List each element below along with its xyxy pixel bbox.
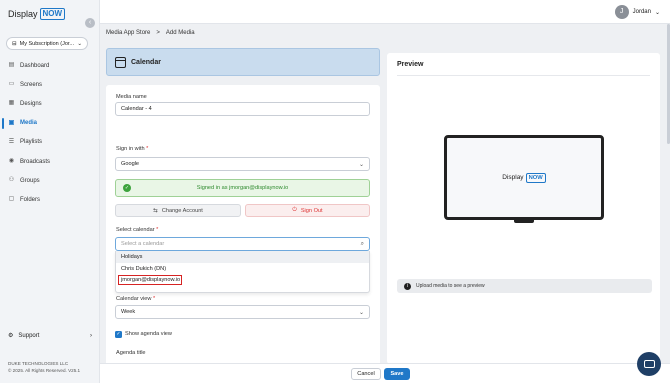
sidebar-item-label: Media bbox=[20, 120, 38, 127]
upload-note: i Upload media to see a preview bbox=[397, 279, 652, 293]
sign-in-value: Google bbox=[121, 161, 140, 167]
calendar-view-select[interactable]: Week ⌄ bbox=[115, 305, 370, 319]
sidebar: Display NOW ‹ ⊟ My Subscription (Jor... … bbox=[0, 0, 100, 383]
company-name: DUKE TECHNOLOGIES LLC bbox=[8, 361, 69, 366]
support-item[interactable]: ⚙ Support › bbox=[8, 332, 92, 340]
monitor-stand bbox=[514, 219, 534, 223]
copyright-text: © 2025. All Rights Reserved. V25.1 bbox=[8, 368, 81, 373]
sidebar-item-label: Designs bbox=[20, 100, 42, 107]
sidebar-item-dashboard[interactable]: ▤ Dashboard bbox=[0, 56, 100, 75]
calendar-option[interactable]: Chris Dukich (DN) bbox=[116, 263, 369, 275]
design-icon: ▦ bbox=[8, 100, 15, 107]
sidebar-item-label: Groups bbox=[20, 177, 40, 184]
sidebar-item-label: Dashboard bbox=[20, 62, 50, 69]
calendar-icon bbox=[115, 56, 126, 68]
chevron-down-icon: ⌄ bbox=[654, 9, 660, 16]
calendar-view-value: Week bbox=[121, 309, 136, 315]
breadcrumb-separator: > bbox=[156, 30, 160, 36]
media-name-input[interactable]: Calendar - 4 bbox=[115, 102, 370, 116]
breadcrumb-media-app-store[interactable]: Media App Store bbox=[106, 30, 150, 36]
sidebar-item-label: Folders bbox=[20, 196, 41, 203]
collapse-sidebar-icon[interactable]: ‹ bbox=[85, 18, 95, 28]
preview-panel: Preview Display NOW i Upload media to se… bbox=[387, 53, 660, 364]
logo-now-badge: NOW bbox=[39, 8, 66, 20]
media-icon: ▣ bbox=[8, 119, 15, 126]
calendar-search-placeholder: Select a calendar bbox=[121, 241, 165, 247]
chevron-right-icon: › bbox=[90, 332, 92, 339]
sidebar-item-groups[interactable]: ⚇ Groups bbox=[0, 171, 100, 190]
subscription-label: My Subscription (Jor... bbox=[19, 40, 75, 47]
chat-icon bbox=[643, 360, 655, 368]
swap-icon: ⇆ bbox=[153, 207, 158, 214]
breadcrumb-current: Add Media bbox=[165, 30, 195, 36]
screen-icon: ▭ bbox=[8, 81, 15, 88]
user-menu[interactable]: J Jordan ⌄ bbox=[614, 5, 660, 19]
show-agenda-label: Show agenda view bbox=[125, 331, 172, 337]
signed-in-banner: ✓ Signed in as jmorgan@displaynow.io bbox=[115, 179, 370, 197]
form-footer: Cancel Save bbox=[100, 363, 670, 383]
broadcast-icon: ◉ bbox=[8, 158, 15, 165]
sign-out-button[interactable]: ⏻ Sign Out bbox=[245, 204, 370, 217]
chevron-down-icon: ⌄ bbox=[358, 161, 364, 168]
chat-button[interactable] bbox=[637, 352, 661, 376]
chevron-down-icon: ⌄ bbox=[358, 309, 364, 316]
avatar: J bbox=[614, 5, 629, 19]
sidebar-item-broadcasts[interactable]: ◉ Broadcasts bbox=[0, 152, 100, 171]
change-account-button[interactable]: ⇆ Change Account bbox=[115, 204, 241, 217]
agenda-title-label: Agenda title bbox=[116, 350, 146, 356]
signed-in-text: Signed in as jmorgan@displaynow.io bbox=[196, 185, 289, 191]
sidebar-item-media[interactable]: ▣ Media bbox=[0, 114, 100, 133]
calendar-option[interactable]: Holidays bbox=[116, 251, 369, 263]
media-name-label: Media name bbox=[116, 94, 147, 100]
dashboard-icon: ▤ bbox=[8, 62, 15, 69]
sidebar-item-designs[interactable]: ▦ Designs bbox=[0, 94, 100, 113]
sign-in-label: Sign in with * bbox=[116, 146, 149, 152]
sign-out-icon: ⏻ bbox=[292, 207, 297, 213]
divider bbox=[397, 75, 650, 76]
select-calendar-label: Select calendar * bbox=[116, 227, 159, 233]
sidebar-item-label: Playlists bbox=[20, 139, 43, 146]
logo-display-text: Display bbox=[8, 9, 38, 19]
calendar-settings-card: Sign in with * Google ⌄ ✓ Signed in as j… bbox=[106, 135, 380, 364]
calendar-header: Calendar bbox=[106, 48, 380, 76]
calendar-option-highlighted[interactable]: jmorgan@displaynow.io bbox=[118, 275, 182, 285]
playlist-icon: ☰ bbox=[8, 138, 15, 145]
company-footer: DUKE TECHNOLOGIES LLC © 2025. All Rights… bbox=[8, 360, 80, 374]
cancel-button[interactable]: Cancel bbox=[351, 368, 381, 380]
preview-logo: Display NOW bbox=[502, 172, 546, 183]
app-logo[interactable]: Display NOW bbox=[8, 7, 66, 21]
subscription-select[interactable]: ⊟ My Subscription (Jor... ⌄ bbox=[6, 37, 88, 50]
folder-icon: ▢ bbox=[8, 196, 15, 203]
preview-title: Preview bbox=[397, 61, 424, 68]
chevron-down-icon: ⌄ bbox=[77, 40, 82, 47]
gear-icon: ⚙ bbox=[8, 333, 14, 339]
monitor-preview: Display NOW bbox=[444, 135, 604, 220]
search-icon: ⌕ bbox=[360, 240, 364, 247]
breadcrumb: Media App Store > Add Media bbox=[106, 30, 195, 36]
calendar-dropdown: Holidays Chris Dukich (DN) jmorgan@displ… bbox=[115, 251, 370, 293]
sidebar-item-label: Broadcasts bbox=[20, 158, 51, 165]
page-title: Calendar bbox=[131, 58, 161, 66]
check-circle-icon: ✓ bbox=[123, 184, 131, 192]
show-agenda-checkbox[interactable]: ✓ bbox=[115, 331, 122, 338]
info-icon: i bbox=[404, 282, 411, 290]
calendar-view-label: Calendar view * bbox=[116, 296, 156, 302]
top-bar: J Jordan ⌄ bbox=[100, 0, 670, 24]
support-label: Support bbox=[18, 332, 40, 339]
upload-note-text: Upload media to see a preview bbox=[416, 283, 485, 289]
user-name: Jordan bbox=[632, 9, 651, 15]
subscription-icon: ⊟ bbox=[12, 40, 17, 47]
media-form-panel: Calendar Media name Calendar - 4 Sign in… bbox=[106, 48, 380, 364]
sidebar-nav: ▤ Dashboard ▭ Screens ▦ Designs ▣ Media … bbox=[0, 56, 100, 210]
sidebar-item-label: Screens bbox=[20, 81, 43, 88]
media-name-value: Calendar - 4 bbox=[121, 106, 152, 112]
groups-icon: ⚇ bbox=[8, 177, 15, 184]
sidebar-item-screens[interactable]: ▭ Screens bbox=[0, 75, 100, 94]
sign-in-select[interactable]: Google ⌄ bbox=[115, 157, 370, 171]
save-button[interactable]: Save bbox=[384, 368, 410, 380]
sidebar-item-playlists[interactable]: ☰ Playlists bbox=[0, 133, 100, 152]
calendar-search-input[interactable]: Select a calendar ⌕ bbox=[115, 237, 370, 251]
sidebar-item-folders[interactable]: ▢ Folders bbox=[0, 190, 100, 209]
